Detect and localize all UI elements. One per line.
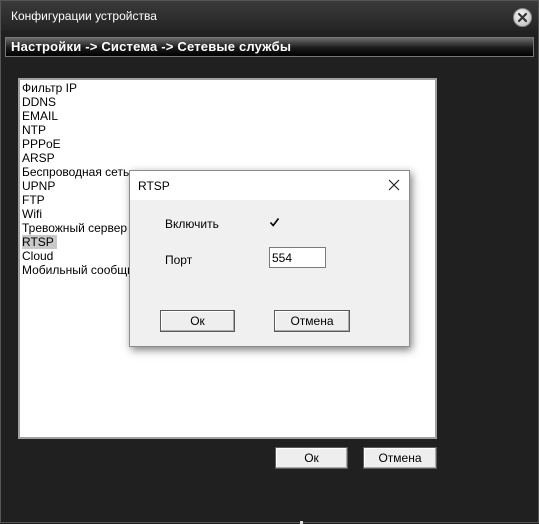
window-titlebar: Конфигурации устройства [1,1,538,31]
enable-label: Включить [165,217,219,231]
port-label: Порт [165,253,193,267]
port-input[interactable] [269,247,326,268]
list-item-arsp[interactable]: ARSP [22,151,55,165]
list-item-upnp[interactable]: UPNP [22,179,55,193]
list-item-alarm-server[interactable]: Тревожный сервер [22,221,127,235]
rtsp-dialog: RTSP Включить Порт Ок Отмена [129,170,410,347]
list-item-mobile[interactable]: Мобильный сообщил [22,263,141,277]
checkmark-icon [269,218,280,227]
window-close-button[interactable] [513,8,532,27]
ok-button[interactable]: Ок [275,447,348,469]
list-item-ip-filter[interactable]: Фильтр IP [22,81,77,95]
list-item-pppoe[interactable]: PPPoE [22,137,61,151]
dialog-title: RTSP [138,179,170,193]
list-item-ftp[interactable]: FTP [22,193,45,207]
list-item-ddns[interactable]: DDNS [22,95,56,109]
enable-checkbox[interactable] [269,217,280,228]
dialog-cancel-button[interactable]: Отмена [274,310,350,332]
breadcrumb-bar: Настройки -> Система -> Сетевые службы [5,37,534,57]
close-icon [388,179,400,191]
list-item-rtsp[interactable]: RTSP [22,235,57,249]
window-title: Конфигурации устройства [11,9,157,23]
list-item-ntp[interactable]: NTP [22,123,46,137]
dialog-titlebar: RTSP [130,171,409,200]
cancel-button[interactable]: Отмена [363,447,437,469]
list-item-wireless[interactable]: Беспроводная сеть [22,165,129,179]
list-item-cloud[interactable]: Cloud [22,249,53,263]
list-item-wifi[interactable]: Wifi [22,207,42,221]
dialog-close-button[interactable] [388,179,400,194]
close-icon [517,12,528,23]
breadcrumb: Настройки -> Система -> Сетевые службы [11,39,292,54]
dialog-ok-button[interactable]: Ок [160,310,235,332]
list-item-email[interactable]: EMAIL [22,109,58,123]
